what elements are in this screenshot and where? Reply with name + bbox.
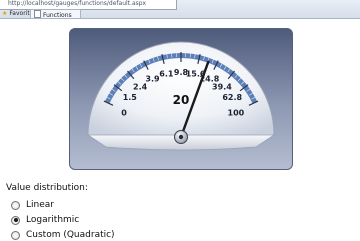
radio-linear[interactable] [11,201,20,210]
radio-option-linear[interactable]: Linear [11,199,54,211]
star-icon: ★ [2,10,7,17]
scale-label: 39.4 [212,82,232,91]
scale-label: 0 [121,109,127,118]
scale-label: 1.5 [123,93,138,102]
gauge-hub-center [179,135,183,139]
gauge-svg: 01.52.43.96.19.815.624.839.462.8100 20 [70,29,292,169]
scale-label: 2.4 [133,82,148,91]
radio-option-logarithmic[interactable]: Logarithmic [11,214,79,226]
distribution-title: Value distribution: [6,183,88,193]
page-icon [34,10,41,18]
radio-option-custom[interactable]: Custom (Quadratic) [11,229,115,241]
radio-label-linear: Linear [26,200,54,210]
address-url: http://localhost/gauges/functions/defaul… [8,0,146,8]
radio-label-logarithmic: Logarithmic [26,215,79,225]
radio-label-custom: Custom (Quadratic) [26,230,115,240]
scale-label: 3.9 [145,75,160,84]
gauge-panel: 01.52.43.96.19.815.624.839.462.8100 20 [69,28,293,170]
scale-label: 62.8 [222,93,242,102]
gauge-value-readout: 20 [173,93,190,107]
tab-functions-label: Functions [43,12,72,19]
scale-label: 6.1 [159,70,174,79]
radio-custom[interactable] [11,231,20,240]
tab-functions[interactable]: Functions [30,9,81,18]
radio-logarithmic[interactable] [11,216,20,225]
browser-toolbar: http://localhost/gauges/functions/defaul… [0,0,360,19]
scale-label: 100 [228,109,245,118]
tab-row: ★Favorites Functions [0,9,360,18]
